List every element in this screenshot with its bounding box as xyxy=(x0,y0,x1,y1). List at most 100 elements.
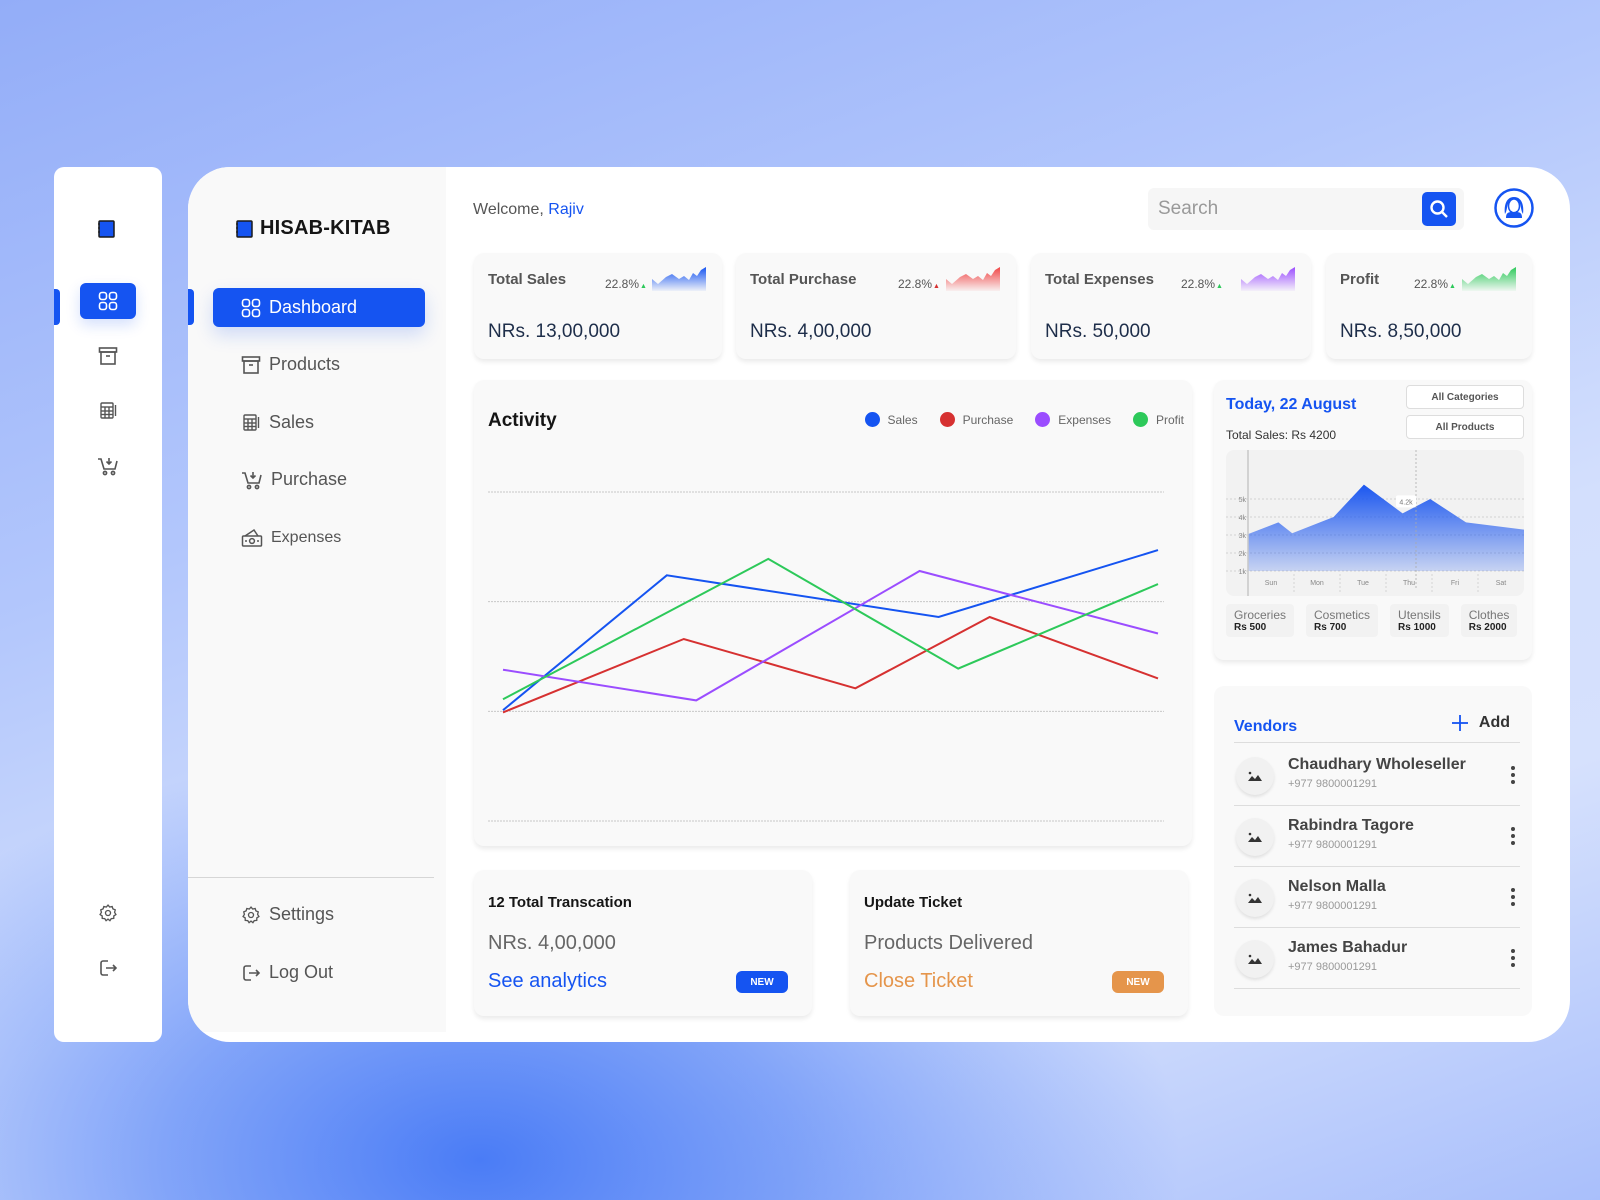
close-ticket-link[interactable]: Close Ticket xyxy=(864,970,973,993)
add-label: Add xyxy=(1478,714,1510,731)
logout-icon xyxy=(100,960,118,976)
more-options-icon[interactable] xyxy=(1506,762,1520,788)
rail-settings-button[interactable] xyxy=(80,895,136,931)
sparkline-area xyxy=(1241,267,1295,291)
sales-area-chart-container: 1k 2k 3k 4k 5k 4.2k Sun Mon Tue Thu Fri Sat xyxy=(1226,450,1524,596)
gear-icon xyxy=(99,904,117,922)
sparkline-sales xyxy=(652,267,706,291)
vendor-phone: +977 9800001291 xyxy=(1288,900,1378,912)
new-badge: NEW xyxy=(1112,971,1164,993)
vendor-name: James Bahadur xyxy=(1288,939,1408,956)
sidebar-item-purchase[interactable]: Purchase xyxy=(213,460,425,499)
category-amount: Rs 2000 xyxy=(1468,622,1507,633)
stat-card-total-expenses[interactable]: Total Expenses 22.8%▲ NRs. 50,000 xyxy=(1031,253,1311,359)
vendor-avatar xyxy=(1236,757,1274,795)
category-amount: Rs 500 xyxy=(1234,622,1267,633)
rail-products-button[interactable] xyxy=(80,338,136,374)
vendor-row[interactable]: James Bahadur +977 9800001291 xyxy=(1234,929,1520,989)
user-avatar[interactable] xyxy=(1494,188,1534,228)
transactions-card: 12 Total Transcation NRs. 4,00,000 See a… xyxy=(474,870,812,1016)
rail-purchase-button[interactable] xyxy=(80,448,136,484)
category-amount: Rs 1000 xyxy=(1398,622,1436,633)
category-item[interactable]: Groceries Rs 500 xyxy=(1226,604,1295,637)
product-filter-button[interactable]: All Products xyxy=(1406,415,1524,439)
vendors-divider xyxy=(1234,742,1520,743)
trend-up-icon: ▲ xyxy=(1216,283,1223,290)
notebook-logo-icon xyxy=(98,220,115,238)
sparkline-area xyxy=(652,267,706,291)
stat-card-total-sales[interactable]: Total Sales 22.8%▲ NRs. 13,00,000 xyxy=(474,253,722,359)
vendor-phone: +977 9800001291 xyxy=(1288,839,1378,851)
image-placeholder-icon xyxy=(1248,893,1262,903)
series-line-purchase xyxy=(502,615,1159,714)
category-item[interactable]: Utensils Rs 1000 xyxy=(1390,604,1449,637)
stat-label: Profit xyxy=(1340,271,1380,288)
category-item[interactable]: Clothes Rs 2000 xyxy=(1460,604,1518,637)
sidebar-divider xyxy=(188,877,434,878)
grid-icon xyxy=(241,298,261,317)
x-tick-label: Tue xyxy=(1357,580,1369,587)
see-analytics-link[interactable]: See analytics xyxy=(488,970,607,993)
welcome-message: Welcome, Rajiv xyxy=(473,201,584,219)
ticket-title: Update Ticket xyxy=(864,894,963,911)
active-marker xyxy=(54,289,60,325)
stat-value: NRs. 13,00,000 xyxy=(488,321,621,342)
brand-name: HISAB-KITAB xyxy=(260,217,391,239)
vendor-row[interactable]: Chaudhary Wholeseller +977 9800001291 xyxy=(1234,746,1520,806)
sales-area xyxy=(1248,484,1524,571)
sparkline-area xyxy=(1462,267,1516,291)
vendor-row[interactable]: Nelson Malla +977 9800001291 xyxy=(1234,868,1520,928)
sidebar-item-label: Dashboard xyxy=(269,297,358,317)
sidebar-item-sales[interactable]: Sales xyxy=(213,403,425,442)
today-total-sales: Total Sales: Rs 4200 xyxy=(1226,428,1337,442)
stat-card-total-purchase[interactable]: Total Purchase 22.8%▲ NRs. 4,00,000 xyxy=(736,253,1016,359)
rail-dashboard-button[interactable] xyxy=(80,283,136,319)
tooltip-label: 4.2k xyxy=(1399,499,1413,506)
vendor-avatar xyxy=(1236,879,1274,917)
rail-logout-button[interactable] xyxy=(80,950,136,986)
sidebar: HISAB-KITAB Dashboard Products Sales Pur… xyxy=(188,167,446,1032)
stat-card-profit[interactable]: Profit 22.8%▲ NRs. 8,50,000 xyxy=(1326,253,1532,359)
image-placeholder-icon xyxy=(1248,771,1262,781)
category-amount: Rs 700 xyxy=(1314,622,1347,633)
sidebar-item-dashboard[interactable]: Dashboard xyxy=(213,288,425,327)
category-name: Cosmetics xyxy=(1314,608,1371,622)
transactions-title: 12 Total Transcation xyxy=(488,894,632,911)
rail-sales-button[interactable] xyxy=(80,393,136,429)
sidebar-item-settings[interactable]: Settings xyxy=(213,895,425,934)
stat-label: Total Sales xyxy=(488,271,567,288)
cart-icon xyxy=(98,458,118,476)
more-options-icon[interactable] xyxy=(1506,945,1520,971)
logout-icon xyxy=(243,964,261,981)
ticket-value: Products Delivered xyxy=(864,932,1033,954)
sidebar-item-products[interactable]: Products xyxy=(213,345,425,384)
search-icon xyxy=(1430,200,1448,218)
stat-change: 22.8%▲ xyxy=(605,277,647,291)
sidebar-item-logout[interactable]: Log Out xyxy=(213,953,425,992)
grid-icon xyxy=(98,291,118,311)
sales-area-chart: 1k 2k 3k 4k 5k 4.2k Sun Mon Tue Thu Fri Sat xyxy=(1226,450,1524,596)
today-card: Today, 22 August Total Sales: Rs 4200 Al… xyxy=(1214,380,1532,660)
search-button[interactable] xyxy=(1422,192,1456,226)
trend-up-icon: ▲ xyxy=(1449,283,1456,290)
sidebar-item-label: Sales xyxy=(269,412,315,432)
category-name: Groceries xyxy=(1234,608,1287,622)
category-list: Groceries Rs 500 Cosmetics Rs 700 Utensils… xyxy=(1226,604,1526,637)
stat-label: Total Purchase xyxy=(750,271,857,288)
more-options-icon[interactable] xyxy=(1506,823,1520,849)
plus-icon xyxy=(1451,715,1468,731)
vendor-row[interactable]: Rabindra Tagore +977 9800001291 xyxy=(1234,807,1520,867)
search-input[interactable] xyxy=(1158,188,1418,230)
category-filter-button[interactable]: All Categories xyxy=(1406,385,1524,409)
sidebar-item-expenses[interactable]: Expenses xyxy=(213,518,425,557)
stat-value: NRs. 4,00,000 xyxy=(750,321,872,342)
x-tick-label: Thu xyxy=(1403,580,1415,587)
image-placeholder-icon xyxy=(1248,832,1262,842)
x-tick-label: Mon xyxy=(1310,580,1324,587)
add-vendor-button[interactable]: Add xyxy=(1451,714,1510,732)
transactions-value: NRs. 4,00,000 xyxy=(488,932,616,954)
sidebar-item-label: Purchase xyxy=(271,469,348,489)
more-options-icon[interactable] xyxy=(1506,884,1520,910)
icon-rail xyxy=(54,167,162,1042)
category-item[interactable]: Cosmetics Rs 700 xyxy=(1306,604,1379,637)
